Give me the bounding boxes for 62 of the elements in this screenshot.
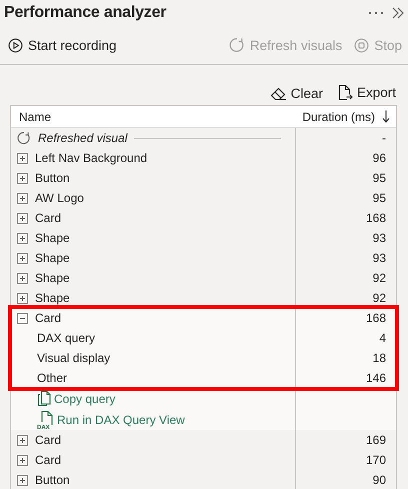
duration-cell: - bbox=[382, 131, 386, 145]
duration-cell: 92 bbox=[372, 271, 386, 285]
panel-title: Performance analyzer bbox=[4, 4, 168, 22]
duration-cell: 96 bbox=[372, 151, 386, 165]
refresh-marker-icon bbox=[17, 131, 31, 145]
expand-icon[interactable] bbox=[17, 232, 28, 244]
timing-label: Visual display bbox=[37, 351, 110, 365]
expand-icon[interactable] bbox=[17, 434, 28, 446]
eraser-icon bbox=[270, 86, 287, 101]
copy-icon bbox=[37, 390, 52, 407]
expand-icon[interactable] bbox=[17, 272, 28, 284]
expand-icon[interactable] bbox=[17, 252, 28, 264]
visual-name[interactable]: Card bbox=[35, 453, 62, 467]
expand-icon[interactable] bbox=[17, 152, 28, 164]
copy-query-link[interactable]: Copy query bbox=[54, 392, 116, 406]
expand-icon[interactable] bbox=[17, 192, 28, 204]
expand-icon[interactable] bbox=[17, 212, 28, 224]
collapse-pane-icon[interactable] bbox=[392, 7, 404, 19]
expand-icon[interactable] bbox=[17, 292, 28, 304]
visual-name[interactable]: Card bbox=[35, 211, 62, 225]
duration-cell: 93 bbox=[372, 231, 386, 245]
duration-cell: 93 bbox=[372, 251, 386, 265]
run-query-link[interactable]: Run in DAX Query View bbox=[57, 412, 185, 426]
visual-name[interactable]: AW Logo bbox=[35, 191, 84, 205]
start-recording-button[interactable]: Start recording bbox=[6, 38, 119, 52]
duration-cell: 168 bbox=[366, 211, 386, 225]
expand-icon[interactable] bbox=[17, 172, 28, 184]
expand-icon[interactable] bbox=[17, 474, 28, 486]
export-icon bbox=[336, 84, 353, 101]
clear-button[interactable]: Clear bbox=[268, 86, 325, 101]
refresh-icon bbox=[228, 37, 245, 53]
visual-name[interactable]: Button bbox=[35, 171, 70, 185]
more-options-icon[interactable] bbox=[368, 11, 384, 15]
visual-name[interactable]: Shape bbox=[35, 251, 70, 265]
duration-cell: 95 bbox=[372, 171, 386, 185]
collapse-icon[interactable] bbox=[17, 312, 28, 324]
duration-cell: 146 bbox=[366, 371, 386, 385]
visual-name[interactable]: Button bbox=[35, 473, 70, 487]
visual-name[interactable]: Shape bbox=[35, 291, 70, 305]
sort-descending-icon[interactable] bbox=[382, 110, 390, 123]
export-button[interactable]: Export bbox=[334, 84, 398, 101]
visual-name[interactable]: Card bbox=[35, 311, 62, 325]
timing-label: DAX query bbox=[37, 331, 96, 345]
duration-cell: 4 bbox=[379, 331, 386, 345]
duration-cell: 168 bbox=[366, 311, 386, 325]
duration-cell: 169 bbox=[366, 433, 386, 447]
visual-name[interactable]: Shape bbox=[35, 271, 70, 285]
duration-cell: 92 bbox=[372, 291, 386, 305]
column-header[interactable]: Name bbox=[19, 110, 52, 124]
duration-cell: 18 bbox=[372, 351, 386, 365]
duration-cell: 90 bbox=[372, 473, 386, 487]
visual-name[interactable]: Card bbox=[35, 433, 62, 447]
play-icon bbox=[8, 38, 23, 52]
duration-cell: 95 bbox=[372, 191, 386, 205]
visual-name[interactable]: Left Nav Background bbox=[35, 151, 148, 165]
stop-icon bbox=[354, 38, 370, 52]
expand-icon[interactable] bbox=[17, 454, 28, 466]
visual-name[interactable]: Shape bbox=[35, 231, 70, 245]
marker-label: Refreshed visual bbox=[38, 131, 128, 145]
column-header[interactable]: Duration (ms) bbox=[302, 110, 375, 124]
duration-cell: 170 bbox=[366, 453, 386, 467]
timing-label: Other bbox=[37, 371, 68, 385]
